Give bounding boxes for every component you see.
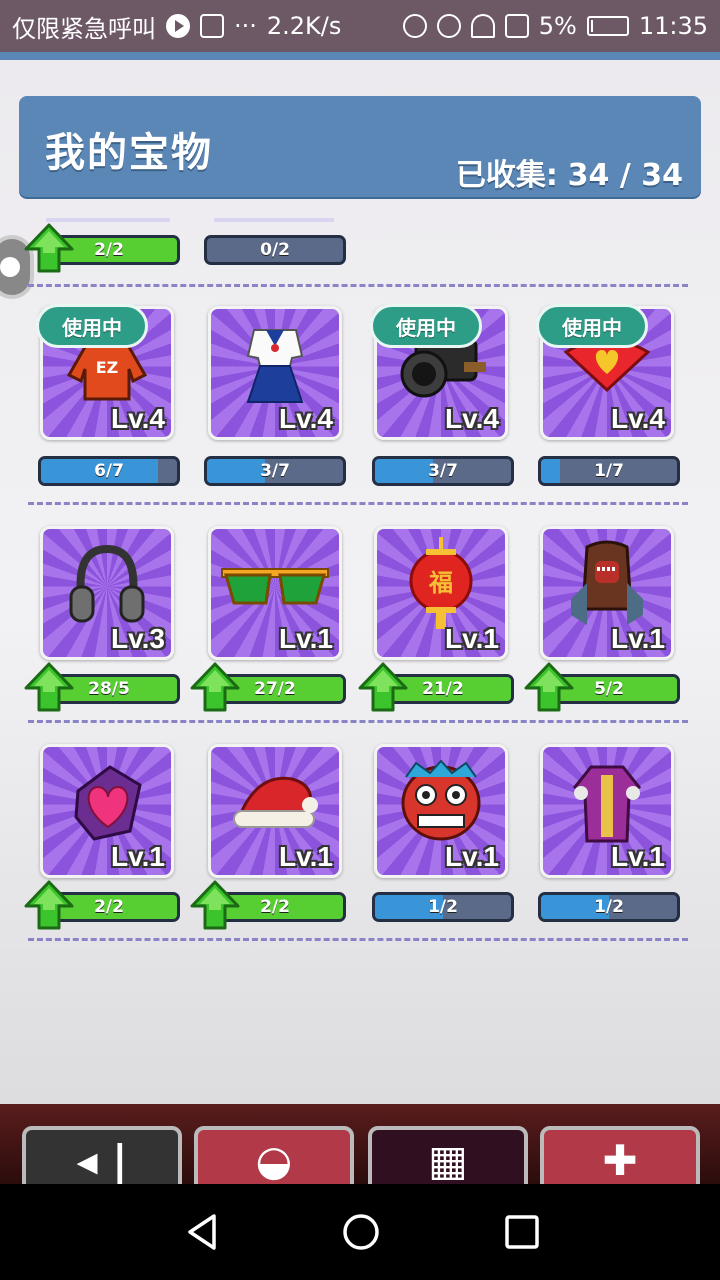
progress-bar: 1/2 bbox=[372, 892, 514, 922]
progress-bar: 0/2 bbox=[204, 235, 346, 265]
progress-bar: 1/2 bbox=[538, 892, 680, 922]
nav-recents-icon[interactable] bbox=[502, 1212, 542, 1252]
sailor-uniform-icon bbox=[211, 319, 339, 409]
level-label: Lv.4 bbox=[279, 403, 333, 434]
alarm-icon bbox=[436, 14, 461, 38]
level-label: Lv.1 bbox=[611, 623, 665, 654]
treasure-card-headphones[interactable]: Lv.3 bbox=[40, 526, 174, 660]
progress-bar: 6/7 bbox=[38, 456, 180, 486]
level-label: Lv.1 bbox=[445, 841, 499, 872]
battery-percent: 5% bbox=[538, 12, 577, 40]
row-divider bbox=[28, 720, 688, 723]
back-icon: ◂ | bbox=[76, 1136, 128, 1185]
progress-text: 6/7 bbox=[94, 461, 124, 481]
collected-count: 已收集: 34 / 34 bbox=[456, 150, 683, 194]
level-label: Lv.4 bbox=[611, 403, 665, 434]
in-use-badge: 使用中 bbox=[536, 304, 648, 348]
carrier-text: 仅限紧急呼叫 bbox=[12, 14, 156, 43]
plus-icon: ✚ bbox=[602, 1136, 638, 1185]
monster-backpack-icon bbox=[543, 539, 671, 629]
upgrade-arrow-icon[interactable] bbox=[24, 880, 74, 930]
upgrade-arrow-icon[interactable] bbox=[524, 662, 574, 712]
level-label: Lv.1 bbox=[445, 623, 499, 654]
grid-icon: ▦ bbox=[428, 1136, 468, 1185]
treasure-card-santa-hat[interactable]: Lv.1 bbox=[208, 744, 342, 878]
in-use-badge: 使用中 bbox=[370, 304, 482, 348]
treasure-card-sunglasses[interactable]: Lv.1 bbox=[208, 526, 342, 660]
progress-text: 1/2 bbox=[594, 897, 624, 917]
sunglasses-icon bbox=[211, 539, 339, 629]
top-strip bbox=[0, 52, 720, 60]
progress-text: 3/7 bbox=[260, 461, 290, 481]
nav-back-icon[interactable] bbox=[182, 1212, 222, 1252]
level-label: Lv.1 bbox=[279, 841, 333, 872]
progress-text: 3/7 bbox=[428, 461, 458, 481]
level-label: Lv.3 bbox=[111, 623, 165, 654]
treasure-card-monster-backpack[interactable]: Lv.1 bbox=[540, 526, 674, 660]
level-label: Lv.1 bbox=[111, 841, 165, 872]
purple-robe-icon bbox=[543, 757, 671, 847]
network-speed: 2.2K/s bbox=[266, 12, 342, 40]
more-notifications: ··· bbox=[234, 12, 257, 40]
mute-icon bbox=[402, 14, 427, 38]
wifi-icon bbox=[470, 14, 495, 38]
clock: 11:35 bbox=[638, 12, 708, 40]
row-divider bbox=[28, 284, 688, 287]
in-use-badge: 使用中 bbox=[36, 304, 148, 348]
progress-text: 0/2 bbox=[260, 240, 290, 260]
santa-hat-icon bbox=[211, 757, 339, 847]
treasure-header: 我的宝物 已收集: 34 / 34 bbox=[19, 96, 701, 197]
battery-icon bbox=[586, 16, 629, 36]
helmet-icon: ◒ bbox=[255, 1136, 293, 1185]
row-divider bbox=[28, 502, 688, 505]
svg-text:福: 福 bbox=[428, 569, 453, 597]
sim-icon bbox=[504, 14, 529, 38]
level-label: Lv.4 bbox=[111, 403, 165, 434]
upgrade-arrow-icon[interactable] bbox=[24, 662, 74, 712]
treasure-card-purple-robe[interactable]: Lv.1 bbox=[540, 744, 674, 878]
media-play-icon bbox=[166, 14, 190, 38]
treasure-card-red-lantern[interactable]: 福 Lv.1 bbox=[374, 526, 508, 660]
row-divider bbox=[28, 938, 688, 941]
level-label: Lv.1 bbox=[611, 841, 665, 872]
bottom-toolbar: ◂ | ◒ ▦ ✚ bbox=[0, 1104, 720, 1196]
lion-mask-icon bbox=[377, 757, 505, 847]
treasure-card-lion-mask[interactable]: Lv.1 bbox=[374, 744, 508, 878]
progress-bar: 3/7 bbox=[372, 456, 514, 486]
android-nav-bar bbox=[0, 1184, 720, 1280]
upgrade-arrow-icon[interactable] bbox=[24, 223, 74, 273]
page-title: 我的宝物 bbox=[45, 130, 213, 176]
upgrade-arrow-icon[interactable] bbox=[190, 662, 240, 712]
collected-value: 34 / 34 bbox=[567, 158, 683, 193]
treasure-screen: 我的宝物 已收集: 34 / 34 EZ Lv.4 Lv.4 Lv.4 Lv.4 Lv.3… bbox=[0, 52, 720, 1184]
heart-ring-icon bbox=[43, 757, 171, 847]
nav-home-icon[interactable] bbox=[341, 1212, 381, 1252]
red-lantern-icon: 福 bbox=[377, 537, 505, 629]
upgrade-arrow-icon[interactable] bbox=[358, 662, 408, 712]
upgrade-arrow-icon[interactable] bbox=[190, 880, 240, 930]
level-label: Lv.4 bbox=[445, 403, 499, 434]
progress-text: 1/7 bbox=[594, 461, 624, 481]
svg-text:EZ: EZ bbox=[96, 358, 119, 377]
headphones-icon bbox=[43, 539, 171, 629]
level-label: Lv.1 bbox=[279, 623, 333, 654]
progress-text: 1/2 bbox=[428, 897, 458, 917]
treasure-card-sailor-uniform[interactable]: Lv.4 bbox=[208, 306, 342, 440]
collected-label: 已收集: bbox=[455, 158, 558, 193]
progress-bar: 3/7 bbox=[204, 456, 346, 486]
progress-bar: 1/7 bbox=[538, 456, 680, 486]
status-bar: 仅限紧急呼叫 ··· 2.2K/s 5% 11:35 bbox=[0, 0, 720, 52]
treasure-card-heart-ring[interactable]: Lv.1 bbox=[40, 744, 174, 878]
image-icon bbox=[200, 14, 224, 38]
